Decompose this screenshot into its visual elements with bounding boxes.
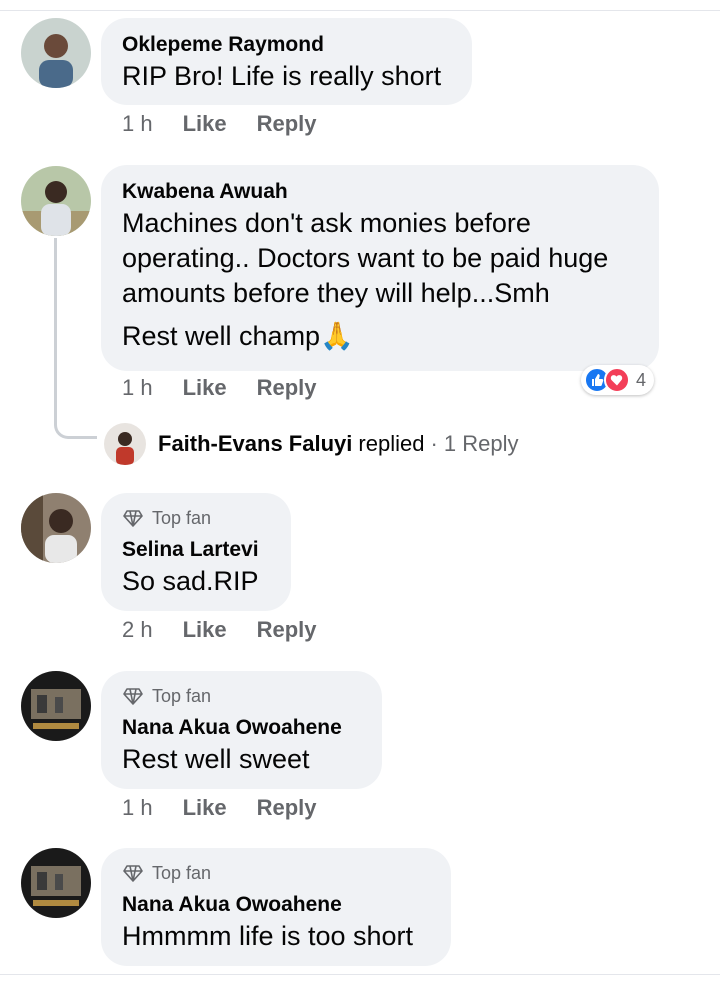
commenter-name[interactable]: Selina Lartevi xyxy=(122,536,270,564)
reply-button[interactable]: Reply xyxy=(257,795,317,821)
avatar[interactable] xyxy=(21,493,91,563)
avatar[interactable] xyxy=(21,671,91,741)
comment-actions: 2 h Like Reply xyxy=(122,617,347,643)
top-fan-badge: Top fan xyxy=(122,684,361,708)
praying-hands-emoji: 🙏 xyxy=(320,321,354,351)
commenter-name[interactable]: Nana Akua Owoahene xyxy=(122,891,430,919)
comment-text: RIP Bro! Life is really short xyxy=(122,61,442,91)
top-divider xyxy=(0,0,720,11)
comment-text-line: Machines don't ask monies before xyxy=(122,208,531,238)
commenter-name[interactable]: Kwabena Awuah xyxy=(122,178,638,206)
comment-time[interactable]: 1 h xyxy=(122,795,153,821)
comment-bubble: Top fan Nana Akua Owoahene Rest well swe… xyxy=(101,671,382,789)
comment-actions: 1 h Like Reply xyxy=(122,795,347,821)
reaction-count: 4 xyxy=(636,369,647,390)
comment-bubble: Top fan Nana Akua Owoahene Hmmmm life is… xyxy=(101,848,451,966)
like-button[interactable]: Like xyxy=(183,617,227,643)
comment-text: Hmmmm life is too short xyxy=(122,921,414,951)
badge-label: Top fan xyxy=(152,686,212,706)
replier-name: Faith-Evans Faluyi xyxy=(158,431,353,456)
avatar[interactable] xyxy=(21,18,91,88)
like-button[interactable]: Like xyxy=(183,375,227,401)
comment-bubble: Top fan Selina Lartevi So sad.RIP xyxy=(101,493,291,611)
reply-count: · 1 Reply xyxy=(430,431,519,456)
comment-time[interactable]: 1 h xyxy=(122,375,153,401)
avatar xyxy=(104,423,146,465)
reply-button[interactable]: Reply xyxy=(257,111,317,137)
avatar[interactable] xyxy=(21,848,91,918)
badge-label: Top fan xyxy=(152,508,212,528)
diamond-icon xyxy=(123,510,143,527)
comment-text: So sad.RIP xyxy=(122,566,259,596)
replied-text: replied xyxy=(358,431,425,456)
comment-time[interactable]: 1 h xyxy=(122,111,153,137)
reaction-summary[interactable]: 4 xyxy=(581,365,655,395)
comment-bubble: Kwabena Awuah Machines don't ask monies … xyxy=(101,165,659,371)
comment-text-line: Rest well champ🙏 xyxy=(122,319,638,354)
comment-bubble: Oklepeme Raymond RIP Bro! Life is really… xyxy=(101,18,472,105)
reply-button[interactable]: Reply xyxy=(257,375,317,401)
diamond-icon xyxy=(123,865,143,882)
comment-extra-text: Rest well champ xyxy=(122,321,321,351)
comment-text-line: operating.. Doctors want to be paid huge xyxy=(122,243,609,273)
avatar[interactable] xyxy=(21,166,91,236)
comment-text-line: amounts before they will help...Smh xyxy=(122,278,550,308)
top-fan-badge: Top fan xyxy=(122,506,270,530)
thread-connector xyxy=(54,238,97,439)
badge-label: Top fan xyxy=(152,863,212,883)
view-replies-link[interactable]: Faith-Evans Faluyi replied · 1 Reply xyxy=(104,423,518,465)
comment-time[interactable]: 2 h xyxy=(122,617,153,643)
diamond-icon xyxy=(123,688,143,705)
commenter-name[interactable]: Nana Akua Owoahene xyxy=(122,714,361,742)
comment-text: Rest well sweet xyxy=(122,744,310,774)
love-reaction-icon xyxy=(604,367,630,393)
commenter-name[interactable]: Oklepeme Raymond xyxy=(122,31,451,59)
top-fan-badge: Top fan xyxy=(122,861,430,885)
bottom-divider xyxy=(0,974,720,985)
comment-actions: 1 h Like Reply xyxy=(122,375,347,401)
reply-button[interactable]: Reply xyxy=(257,617,317,643)
like-button[interactable]: Like xyxy=(183,795,227,821)
like-button[interactable]: Like xyxy=(183,111,227,137)
comment-actions: 1 h Like Reply xyxy=(122,111,347,137)
